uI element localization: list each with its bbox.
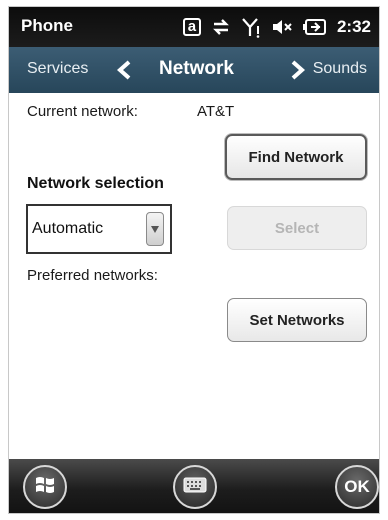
dropdown-arrow-icon[interactable]	[146, 212, 164, 246]
settings-nav-bar: Services Network Sounds	[9, 47, 379, 93]
windows-logo-icon	[33, 473, 57, 502]
network-selection-value: Automatic	[32, 220, 104, 237]
network-selection-heading: Network selection	[27, 175, 164, 192]
battery-charging-icon	[302, 18, 327, 36]
signal-icon	[241, 16, 261, 38]
set-networks-button[interactable]: Set Networks	[227, 298, 367, 342]
current-network-label: Current network:	[27, 103, 138, 120]
app-title[interactable]: Phone	[21, 16, 73, 36]
sim-a-icon: a	[182, 18, 201, 36]
volume-muted-icon	[271, 17, 293, 37]
nav-prev-services[interactable]: Services	[27, 60, 88, 78]
data-connection-icon	[211, 17, 231, 37]
nav-current-network: Network	[159, 58, 234, 79]
chevron-right-icon[interactable]	[287, 59, 307, 86]
keyboard-icon	[183, 477, 207, 498]
network-settings-panel: Current network: AT&T Find Network Netwo…	[9, 93, 379, 459]
find-network-button[interactable]: Find Network	[225, 134, 367, 180]
start-button[interactable]	[23, 465, 67, 509]
clock[interactable]: 2:32	[337, 17, 371, 37]
keyboard-button[interactable]	[173, 465, 217, 509]
ok-button[interactable]: OK	[335, 465, 379, 509]
phone-screen: Phone a 2:32 Services Network Sounds Cur…	[8, 6, 380, 514]
network-selection-dropdown[interactable]: Automatic	[26, 204, 172, 254]
chevron-left-icon[interactable]	[115, 59, 135, 86]
select-button[interactable]: Select	[227, 206, 367, 250]
current-network-value: AT&T	[197, 103, 235, 120]
status-icons[interactable]: a 2:32	[182, 13, 371, 41]
status-bar: Phone a 2:32	[9, 7, 379, 47]
nav-next-sounds[interactable]: Sounds	[313, 60, 367, 78]
soft-key-bar: OK	[9, 459, 379, 513]
preferred-networks-label: Preferred networks:	[27, 267, 158, 284]
